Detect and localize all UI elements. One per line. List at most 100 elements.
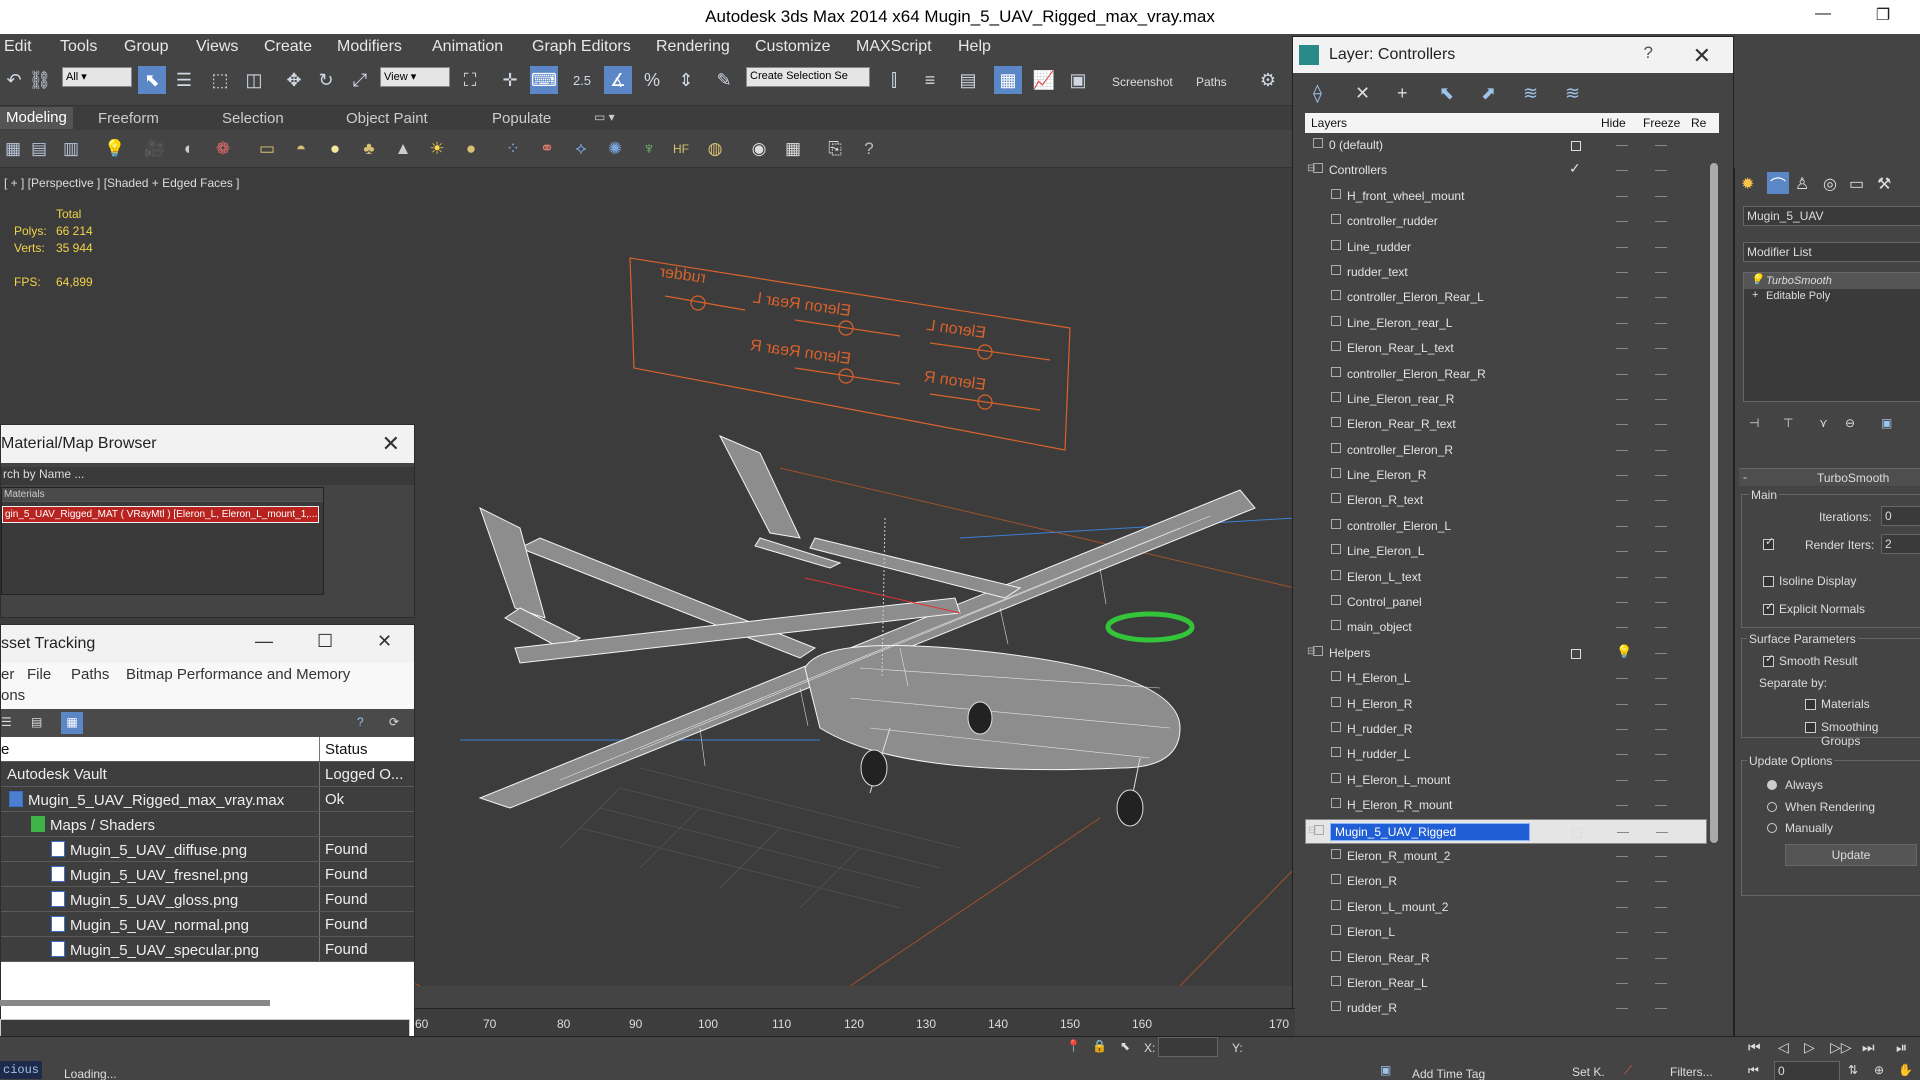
freeze-toggle[interactable] [1655,373,1667,375]
hide-toggle[interactable] [1616,855,1628,857]
snap-toggle-icon[interactable]: 2.5 [568,66,596,94]
selection-filter-dropdown[interactable]: All ▾ [62,67,132,87]
next-frame-icon[interactable]: ▷▷ [1830,1039,1852,1056]
zoom-extents-icon[interactable]: ⊕ [1874,1063,1884,1077]
freeze-toggle[interactable] [1655,602,1667,604]
pivot-icon[interactable]: ⛶ [456,66,484,94]
table-row[interactable]: Mugin_5_UAV_normal.png Found [1,912,414,937]
hide-toggle[interactable] [1616,678,1628,680]
hide-toggle[interactable] [1616,373,1628,375]
object-row[interactable]: controller_Eleron_Rear_R [1305,362,1707,387]
hide-toggle[interactable] [1616,728,1628,730]
object-row[interactable]: Eleron_Rear_R_text [1305,412,1707,437]
hide-toggle[interactable] [1616,271,1628,273]
link-icon[interactable]: ⛓ [26,66,54,94]
freeze-toggle[interactable] [1655,525,1667,527]
object-row[interactable]: Eleron_R [1305,869,1707,894]
show-end-result-icon[interactable]: ⊤ [1783,416,1793,430]
freeze-toggle[interactable] [1655,881,1667,883]
isolate-icon[interactable]: 📍 [1066,1039,1081,1053]
layer-manager-icon[interactable]: ▤ [954,66,982,94]
table-row[interactable]: Mugin_5_UAV_specular.png Found [1,937,414,962]
at-menu-paths[interactable]: Paths [71,666,109,683]
remove-modifier-icon[interactable]: ⊖ [1845,416,1855,430]
hide-toggle[interactable] [1616,881,1628,883]
object-row[interactable]: rudder_text [1305,260,1707,285]
hide-toggle[interactable] [1616,246,1628,248]
helper-icon[interactable]: ◐ [176,136,202,162]
freeze-toggle[interactable] [1655,932,1667,934]
filters-button[interactable]: Filters... [1670,1065,1713,1079]
sphere-icon[interactable]: ● [458,136,484,162]
goto-end-icon[interactable]: ⏭ [1862,1039,1875,1056]
hide-toggle[interactable] [1616,424,1628,426]
object-row[interactable]: Eleron_Rear_L [1305,971,1707,996]
hide-toggle[interactable] [1616,170,1628,172]
freeze-toggle[interactable] [1656,831,1668,833]
rect-selection-icon[interactable]: ⬚ [206,66,234,94]
iterations-spinner[interactable]: 0 [1881,506,1920,526]
at-menu-server[interactable]: er [1,666,14,683]
freeze-toggle[interactable] [1655,779,1667,781]
freeze-toggle[interactable] [1655,906,1667,908]
modifier-list-dropdown[interactable]: Modifier List [1743,242,1920,262]
pin-stack-icon[interactable]: ⊣ [1749,416,1759,430]
col-name[interactable]: e [1,741,319,758]
object-name-field[interactable]: Mugin_5_UAV [1743,206,1920,226]
particles-icon[interactable]: ⁘ [500,136,526,162]
freeze-toggle[interactable] [1655,678,1667,680]
plant-icon[interactable]: ♣ [356,136,382,162]
restore-button[interactable]: ❐ [1868,5,1898,25]
add-to-layer-icon[interactable]: + [1397,83,1408,104]
x-coordinate-field[interactable] [1158,1037,1218,1057]
close-icon[interactable]: ✕ [1693,43,1711,69]
table-row[interactable]: Mugin_5_UAV_diffuse.png Found [1,837,414,862]
goto-start-icon[interactable]: ⏮ [1748,1039,1761,1056]
viewport-label[interactable]: [ + ] [Perspective ] [Shaded + Edged Fac… [4,176,239,190]
curve-editor-icon[interactable]: 📈 [1030,66,1058,94]
turbosmooth-rollout-header[interactable]: - TurboSmooth [1739,468,1920,486]
object-row[interactable]: H_Eleron_R [1305,692,1707,717]
freeze-toggle[interactable] [1655,627,1667,629]
set-key-button[interactable]: Set K. [1572,1065,1605,1079]
ik-icon[interactable]: ✺ [602,136,628,162]
hide-toggle-icon[interactable]: 💡 [1616,644,1632,660]
table-row[interactable]: Maps / Shaders [1,812,414,837]
object-row[interactable]: Eleron_L_mount_2 [1305,895,1707,920]
cone-icon[interactable]: ▲ [390,136,416,162]
object-row[interactable]: rudder_R [1305,996,1707,1021]
display-tab-icon[interactable]: ▭ [1849,174,1864,194]
object-row[interactable]: Line_Eleron_rear_R [1305,387,1707,412]
hide-toggle[interactable] [1616,195,1628,197]
object-row[interactable]: Line_Eleron_R [1305,463,1707,488]
maxscript-listener[interactable]: cious [0,1061,43,1079]
material-search-input[interactable]: rch by Name ... [1,467,414,485]
hide-toggle[interactable] [1616,779,1628,781]
object-row[interactable]: Line_rudder [1305,235,1707,260]
col-status[interactable]: Status [325,741,413,758]
utilities-tab-icon[interactable]: ⚒ [1877,174,1891,194]
layer-row[interactable]: 0 (default) [1305,133,1707,158]
menu-maxscript[interactable]: MAXScript [856,38,932,56]
freeze-toggle[interactable] [1655,805,1667,807]
layer-vscrollbar[interactable] [1707,133,1721,1055]
refresh-icon[interactable]: ⟳ [389,715,399,729]
scene-explorer-icon[interactable]: ▦ [994,66,1022,94]
render-sphere-icon[interactable]: ◉ [746,136,772,162]
materials-checkbox[interactable] [1805,699,1816,710]
object-row[interactable]: H_front_wheel_mount [1305,184,1707,209]
select-object-icon[interactable]: ⬉ [138,66,166,94]
hf-icon[interactable]: HF [668,136,694,162]
material-icon[interactable]: ❁ [210,136,236,162]
hide-toggle[interactable] [1616,348,1628,350]
align-icon[interactable]: ≡ [916,66,944,94]
set-current-layer-box[interactable] [1572,827,1582,838]
freeze-toggle[interactable] [1655,1008,1667,1010]
object-row[interactable]: H_Eleron_R_mount [1305,793,1707,818]
highlight-layer-icon[interactable]: ⬈ [1481,83,1496,104]
hide-toggle[interactable] [1616,475,1628,477]
hide-toggle[interactable] [1616,703,1628,705]
hide-toggle[interactable] [1616,449,1628,451]
freeze-toggle[interactable] [1655,246,1667,248]
add-time-tag[interactable]: Add Time Tag [1412,1067,1485,1080]
